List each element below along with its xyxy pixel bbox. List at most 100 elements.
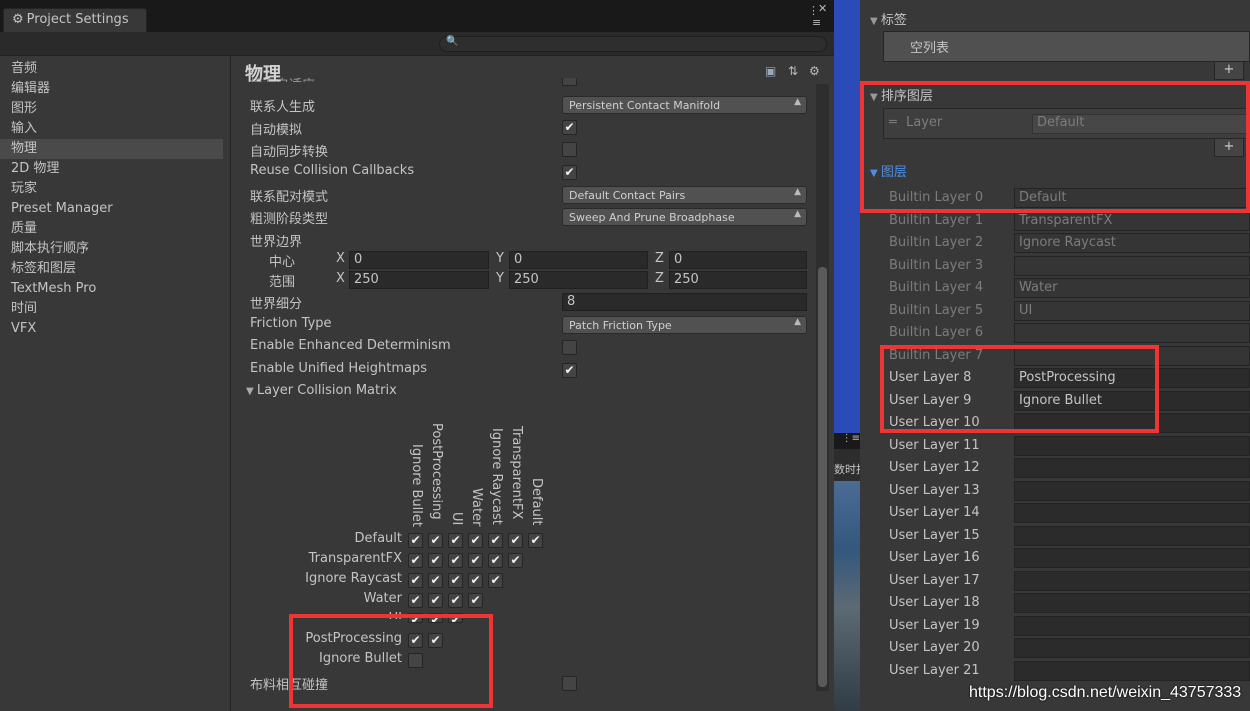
layer-field[interactable] bbox=[1014, 615, 1250, 636]
matrix-checkbox[interactable] bbox=[408, 653, 423, 668]
matrix-checkbox[interactable]: ✔ bbox=[448, 573, 463, 588]
sorting-layers-foldout[interactable]: ▼ 排序图层 bbox=[870, 85, 933, 104]
matrix-checkbox[interactable]: ✔ bbox=[408, 533, 423, 548]
sidebar-item-preset-manager[interactable]: Preset Manager bbox=[0, 199, 231, 219]
sidebar-item-quality[interactable]: 质量 bbox=[0, 219, 231, 239]
preset-icon[interactable]: ⇅ bbox=[788, 64, 798, 78]
matrix-col-ignore-raycast: Ignore Raycast bbox=[489, 428, 504, 525]
drag-handle-icon[interactable]: ═ bbox=[889, 115, 897, 130]
layer-field[interactable] bbox=[1014, 525, 1250, 546]
layer-field[interactable] bbox=[1014, 458, 1250, 478]
matrix-checkbox[interactable]: ✔ bbox=[408, 633, 423, 648]
sidebar-item-graphics[interactable]: 图形 bbox=[0, 99, 231, 119]
sidebar-item-player[interactable]: 玩家 bbox=[0, 179, 231, 199]
sidebar-item-physics[interactable]: 物理 bbox=[0, 139, 223, 159]
matrix-checkbox[interactable]: ✔ bbox=[408, 593, 423, 608]
scrollbar-thumb[interactable] bbox=[818, 267, 827, 687]
close-icon[interactable]: ✕ bbox=[818, 2, 827, 15]
layer-field[interactable] bbox=[1014, 570, 1250, 591]
matrix-checkbox[interactable]: ✔ bbox=[448, 613, 463, 623]
settings-gear-icon[interactable]: ⚙ bbox=[809, 64, 820, 78]
extent-x-field[interactable]: 250 bbox=[349, 271, 489, 289]
matrix-checkbox[interactable]: ✔ bbox=[448, 593, 463, 608]
layer-field[interactable] bbox=[1014, 660, 1250, 681]
sidebar-item-time[interactable]: 时间 bbox=[0, 299, 231, 319]
matrix-checkbox[interactable]: ✔ bbox=[528, 533, 543, 548]
matrix-col-default: Default bbox=[529, 478, 544, 526]
cloth-checkbox[interactable] bbox=[562, 676, 577, 691]
tags-foldout[interactable]: ▼ 标签 bbox=[870, 9, 907, 28]
extent-y-field[interactable]: 250 bbox=[509, 271, 648, 289]
project-settings-tab[interactable]: ⚙ Project Settings bbox=[3, 8, 147, 32]
matrix-checkbox[interactable]: ✔ bbox=[428, 573, 443, 588]
layer-field[interactable] bbox=[1014, 638, 1250, 658]
matrix-checkbox[interactable]: ✔ bbox=[448, 533, 463, 548]
sorting-row-value[interactable]: Default bbox=[1032, 114, 1250, 134]
matrix-checkbox[interactable]: ✔ bbox=[468, 573, 483, 588]
search-input[interactable]: 🔍 bbox=[439, 36, 827, 52]
sidebar-item-input[interactable]: 输入 bbox=[0, 119, 231, 139]
matrix-checkbox[interactable]: ✔ bbox=[428, 633, 443, 648]
matrix-checkbox[interactable]: ✔ bbox=[508, 533, 523, 548]
sidebar-item-audio[interactable]: 音频 bbox=[0, 59, 231, 79]
layer-field[interactable] bbox=[1014, 480, 1250, 501]
friction-dropdown[interactable]: Patch Friction Type ▲ bbox=[562, 316, 807, 334]
auto-simulate-checkbox[interactable]: ✔ bbox=[562, 120, 577, 135]
layer-field[interactable] bbox=[1014, 548, 1250, 568]
center-y-axis-label: Y bbox=[496, 251, 504, 266]
layer-field[interactable]: PostProcessing bbox=[1014, 368, 1250, 388]
matrix-checkbox[interactable]: ✔ bbox=[428, 593, 443, 608]
matrix-checkbox[interactable]: ✔ bbox=[468, 533, 483, 548]
layer-name: Builtin Layer 0 bbox=[889, 190, 984, 205]
matrix-checkbox[interactable]: ✔ bbox=[428, 533, 443, 548]
sidebar-item-vfx[interactable]: VFX bbox=[0, 319, 231, 339]
hidden-row-checkbox[interactable] bbox=[562, 78, 577, 86]
sidebar-item-tags-layers[interactable]: 标签和图层 bbox=[0, 259, 231, 279]
matrix-checkbox[interactable]: ✔ bbox=[488, 573, 503, 588]
tags-list: 空列表 bbox=[883, 31, 1250, 62]
matrix-checkbox[interactable]: ✔ bbox=[508, 553, 523, 568]
layer-field[interactable] bbox=[1014, 435, 1250, 456]
matrix-checkbox[interactable]: ✔ bbox=[468, 593, 483, 608]
subdivisions-field[interactable]: 8 bbox=[562, 293, 807, 311]
panel-menu-icon[interactable]: ⋮≡ bbox=[834, 433, 860, 449]
determinism-checkbox[interactable] bbox=[562, 340, 577, 355]
auto-sync-checkbox[interactable] bbox=[562, 142, 577, 157]
sidebar-item-physics-2d[interactable]: 2D 物理 bbox=[0, 159, 231, 179]
matrix-checkbox[interactable]: ✔ bbox=[408, 553, 423, 568]
extent-z-field[interactable]: 250 bbox=[669, 271, 807, 289]
layer-field[interactable] bbox=[1014, 503, 1250, 523]
contact-pairs-dropdown[interactable]: Default Contact Pairs ▲ bbox=[562, 186, 807, 204]
center-x-field[interactable]: 0 bbox=[349, 251, 489, 269]
matrix-checkbox[interactable]: ✔ bbox=[448, 553, 463, 568]
reuse-callbacks-checkbox[interactable]: ✔ bbox=[562, 165, 577, 180]
layer-field[interactable] bbox=[1014, 413, 1250, 433]
matrix-checkbox[interactable]: ✔ bbox=[428, 553, 443, 568]
contact-pairs-label: 联系配对模式 bbox=[250, 190, 329, 205]
layer-field[interactable] bbox=[1014, 593, 1250, 613]
contact-gen-dropdown[interactable]: Persistent Contact Manifold ▲ bbox=[562, 96, 807, 114]
matrix-checkbox[interactable]: ✔ bbox=[428, 613, 443, 623]
options-icon[interactable]: ≡ bbox=[812, 16, 821, 29]
layer-field[interactable]: Ignore Bullet bbox=[1014, 390, 1250, 411]
layer-name: Builtin Layer 1 bbox=[889, 212, 984, 228]
add-tag-button[interactable]: + bbox=[1214, 62, 1244, 80]
matrix-checkbox[interactable]: ✔ bbox=[488, 533, 503, 548]
sidebar-item-script-order[interactable]: 脚本执行顺序 bbox=[0, 239, 231, 259]
sidebar-item-editor[interactable]: 编辑器 bbox=[0, 79, 231, 99]
help-icon[interactable]: ▣ bbox=[765, 64, 776, 78]
auto-simulate-label: 自动模拟 bbox=[250, 123, 303, 138]
matrix-checkbox[interactable]: ✔ bbox=[408, 613, 423, 623]
search-icon: 🔍 bbox=[446, 36, 459, 47]
matrix-checkbox[interactable]: ✔ bbox=[488, 553, 503, 568]
center-y-field[interactable]: 0 bbox=[509, 251, 648, 269]
sidebar-item-textmesh-pro[interactable]: TextMesh Pro bbox=[0, 279, 231, 299]
center-z-field[interactable]: 0 bbox=[669, 251, 807, 269]
broadphase-dropdown[interactable]: Sweep And Prune Broadphase ▲ bbox=[562, 208, 807, 226]
matrix-checkbox[interactable]: ✔ bbox=[408, 573, 423, 588]
add-sorting-layer-button[interactable]: + bbox=[1214, 139, 1244, 157]
matrix-checkbox[interactable]: ✔ bbox=[468, 553, 483, 568]
heightmaps-checkbox[interactable]: ✔ bbox=[562, 363, 577, 378]
layers-foldout[interactable]: ▼ 图层 bbox=[870, 161, 907, 180]
matrix-foldout[interactable]: ▼ Layer Collision Matrix bbox=[246, 383, 397, 398]
